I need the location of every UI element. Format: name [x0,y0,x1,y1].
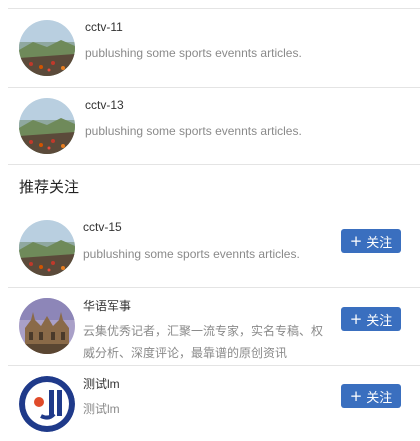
item-description: 云集优秀记者，汇聚一流专家，实名专稿、权威分析、深度评论，最靠谱的原创资讯 [83,324,324,360]
follow-button-label: 关注 [366,235,393,251]
avatar-building-image [19,298,75,354]
avatar-landscape-image [19,220,75,276]
follow-page: cctv-11 publushing some sports evennts a… [0,0,420,441]
follow-button-label: 关注 [366,313,393,329]
avatar-logo-image [19,376,75,432]
follow-button-label: 关注 [366,390,393,406]
avatar[interactable] [19,98,75,154]
item-description: 测试lm [83,402,120,416]
avatar[interactable] [19,298,75,354]
follow-button[interactable]: + 关注 [341,229,401,253]
item-description: publushing some sports evennts articles. [83,247,300,261]
item-name: cctv-11 [85,20,123,34]
item-description: publushing some sports evennts articles. [85,124,302,138]
divider [8,287,420,288]
plus-icon: + [349,309,363,328]
item-name: 测试lm [83,377,120,391]
avatar-landscape-image [19,20,75,76]
section-title: 推荐关注 [19,178,80,196]
divider [8,8,420,9]
item-name: 华语军事 [83,299,132,313]
divider [8,87,420,88]
plus-icon: + [349,231,363,250]
follow-button[interactable]: + 关注 [341,384,401,408]
avatar[interactable] [19,220,75,276]
item-name: cctv-13 [85,98,124,112]
item-name: cctv-15 [83,220,122,234]
item-description: publushing some sports evennts articles. [85,46,302,60]
avatar[interactable] [19,376,75,432]
avatar-landscape-image [19,98,75,154]
follow-button[interactable]: + 关注 [341,307,401,331]
divider [8,365,420,366]
plus-icon: + [349,386,363,405]
avatar[interactable] [19,20,75,76]
divider [8,164,420,165]
